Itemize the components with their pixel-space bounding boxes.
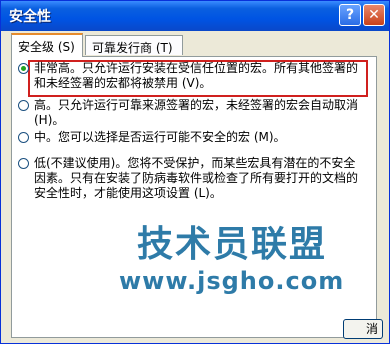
option-low-label: 低(不建议使用)。您将不受保护，而某些宏具有潜在的不安全因素。只有在安装了防病毒… [34,156,359,200]
help-icon: ? [345,7,355,23]
dialog-title: 安全性 [9,9,51,25]
close-icon: ✕ [368,7,380,23]
cancel-button[interactable]: 消 [343,319,383,339]
security-level-panel: 非常高。只允许运行安装在受信任位置的宏。所有其他签署的和未经签署的宏都将被禁用 … [11,56,377,338]
option-very-high-label: 非常高。只允许运行安装在受信任位置的宏。所有其他签署的和未经签署的宏都将被禁用 … [34,61,359,90]
radio-high[interactable] [18,100,29,111]
tab-trusted-publishers[interactable]: 可靠发行商 (T) [85,35,183,55]
radio-very-high[interactable] [18,63,29,74]
radio-medium[interactable] [18,132,29,143]
close-button[interactable]: ✕ [363,4,385,26]
watermark: 技术员联盟 www.jsgho.com [119,215,369,295]
watermark-url: www.jsgho.com [119,267,345,295]
watermark-brand: 技术员联盟 [137,224,328,265]
option-high-label: 高。只允许运行可靠来源签署的宏，未经签署的宏会自动取消 (H)。 [34,98,359,127]
security-dialog: 安全性 ? ✕ 安全级 (S) 可靠发行商 (T) 非常高。只允许运行安装在受信… [0,0,390,344]
radio-low[interactable] [18,158,29,169]
tab-security-level[interactable]: 安全级 (S) [11,33,83,57]
title-bar[interactable]: 安全性 ? ✕ [1,1,389,31]
option-medium-label: 中。您可以选择是否运行可能不安全的宏 (M)。 [34,130,286,144]
help-button[interactable]: ? [339,4,361,26]
